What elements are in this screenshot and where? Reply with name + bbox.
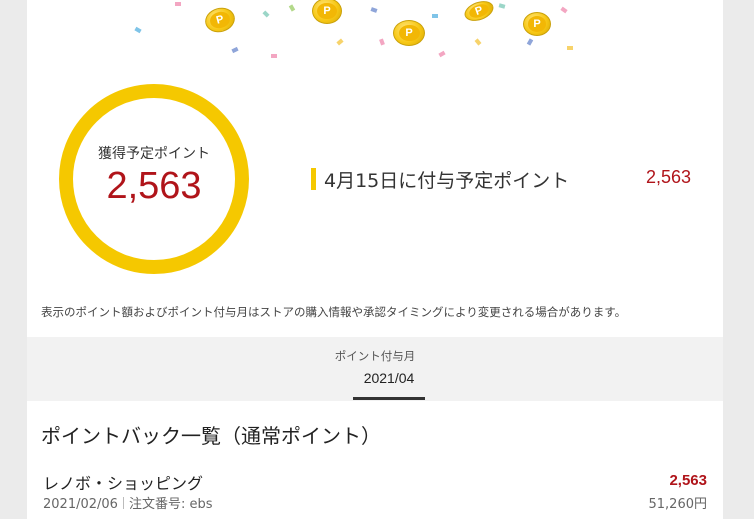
coin-icon: P — [393, 20, 425, 46]
confetti-piece — [526, 38, 534, 46]
coin-icon: P — [461, 0, 497, 25]
item-points: 2,563 — [669, 472, 707, 489]
ring-points-value: 2,563 — [106, 164, 202, 207]
item-meta: 2021/02/06 注文番号: ebs — [43, 493, 212, 512]
confetti-piece — [438, 50, 446, 58]
list-heading: ポイントバック一覧（通常ポイント） — [41, 424, 381, 448]
confetti-piece — [175, 2, 181, 6]
confetti-piece — [567, 46, 573, 50]
month-tab-selected[interactable]: 2021/04 — [353, 370, 425, 400]
confetti-piece — [262, 10, 270, 18]
coin-icon: P — [312, 0, 342, 24]
points-ring: 獲得予定ポイント 2,563 — [59, 84, 249, 274]
confetti-piece — [336, 38, 344, 46]
coin-icon: P — [202, 4, 238, 36]
grant-points-value: 2,563 — [645, 167, 691, 187]
confetti-piece — [288, 4, 296, 12]
confetti-piece — [379, 38, 385, 46]
confetti-piece — [474, 38, 482, 46]
ring-label: 獲得予定ポイント — [98, 145, 210, 162]
order-number: 注文番号: ebs — [128, 497, 213, 512]
disclaimer-text: 表示のポイント額およびポイント付与月はストアの購入情報や承認タイミングにより変更… — [41, 305, 627, 319]
confetti-piece — [560, 6, 568, 14]
grant-date-label: 4月15日に付与予定ポイント — [324, 170, 570, 192]
confetti-piece — [231, 46, 239, 54]
confetti-piece — [271, 54, 277, 58]
order-date: 2021/02/06 — [43, 497, 118, 512]
month-selector: ポイント付与月 2021/04 — [27, 337, 723, 401]
month-caption: ポイント付与月 — [334, 349, 416, 363]
points-panel: P P P P P 獲得予定ポイント 2,563 4月15日に付与予定ポイント … — [27, 0, 723, 519]
confetti-banner: P P P P P — [27, 0, 723, 62]
meta-divider — [122, 497, 124, 509]
confetti-piece — [498, 3, 506, 9]
confetti-piece — [134, 26, 142, 34]
confetti-piece — [432, 14, 438, 18]
confetti-piece — [370, 7, 378, 13]
coin-icon: P — [523, 12, 551, 36]
item-price: 51,260円 — [648, 497, 708, 512]
accent-bar — [311, 168, 316, 190]
list-item[interactable]: レノボ・ショッピング 2,563 2021/02/06 注文番号: ebs 51,… — [43, 468, 707, 512]
shop-name: レノボ・ショッピング — [43, 474, 204, 493]
grant-date-row: 4月15日に付与予定ポイント 2,563 — [311, 166, 691, 192]
